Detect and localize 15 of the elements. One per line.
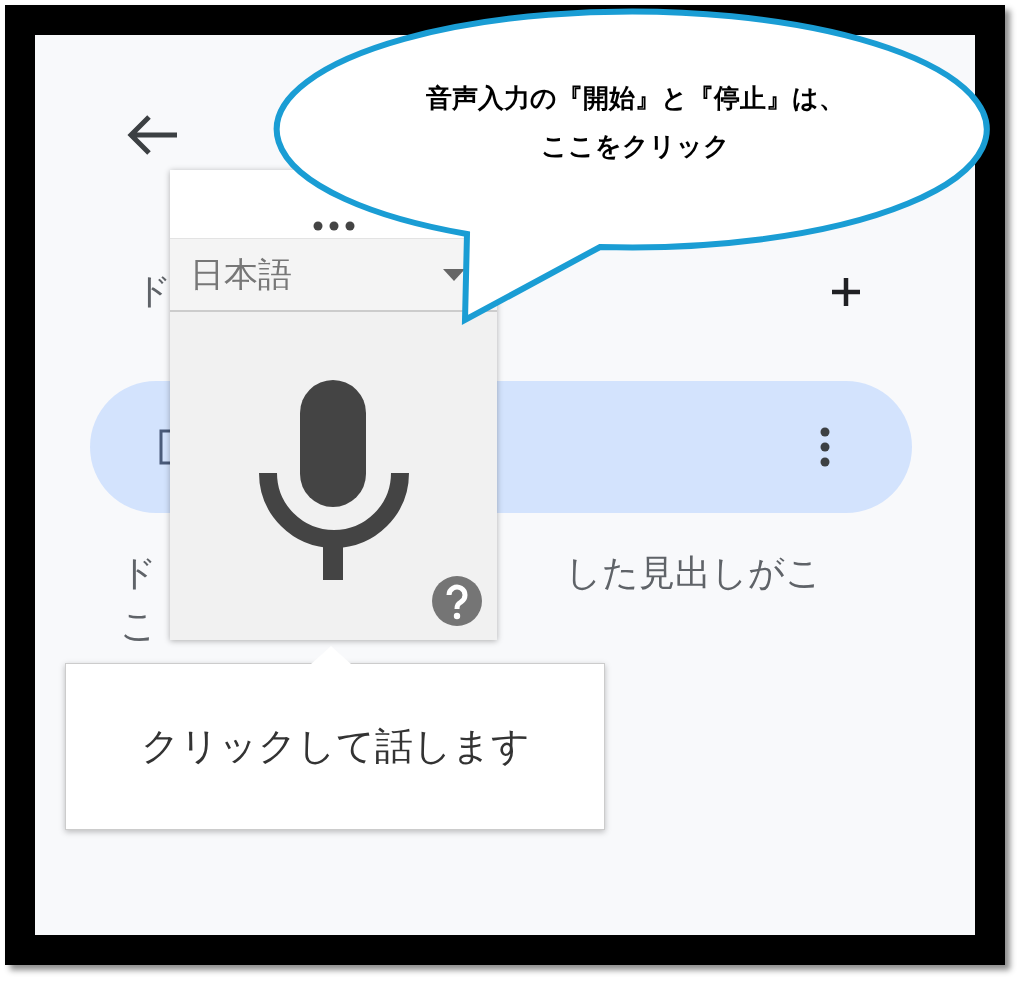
document-icon (158, 429, 172, 465)
description-text: こ (120, 608, 157, 645)
plus-icon[interactable] (830, 275, 862, 308)
description-text: ド (120, 551, 157, 595)
callout-text: ここをクリック (540, 129, 730, 163)
heading-text: ド (135, 269, 172, 313)
description-text: した見出しがこ (565, 551, 822, 595)
caret-icon (443, 268, 465, 281)
microphone-icon[interactable] (258, 380, 409, 582)
more-icon[interactable] (820, 427, 830, 467)
drag-handle-icon[interactable] (311, 220, 356, 232)
tooltip-text: クリックして話します (140, 723, 530, 770)
help-icon[interactable] (432, 576, 482, 626)
language-dropdown[interactable]: 日本語 (170, 238, 497, 312)
callout-text: 音声入力の『開始』と『停止』は、 (425, 82, 845, 115)
